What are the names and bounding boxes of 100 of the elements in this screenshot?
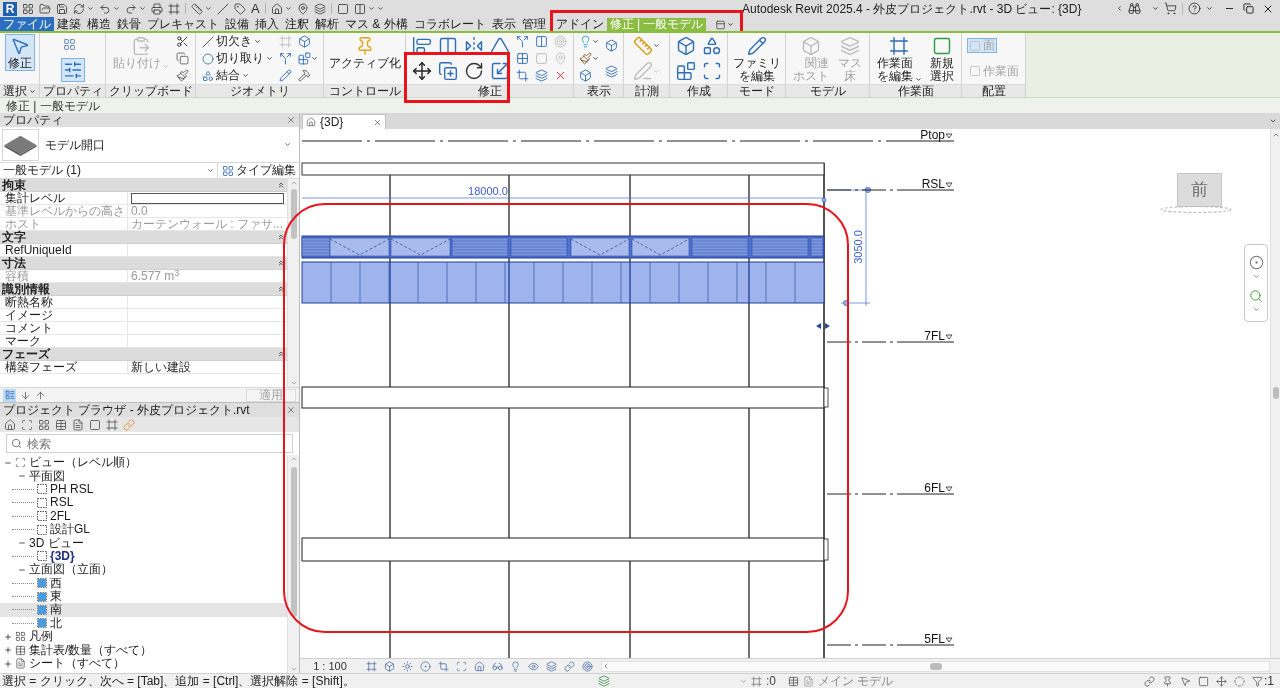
tree-item[interactable]: 凡例 [0,630,287,644]
scrollbar[interactable] [287,455,299,673]
scroll-thumb[interactable] [290,467,297,617]
group-header[interactable]: 文字 [0,231,287,244]
double-arrow-icon[interactable] [816,323,830,329]
link-icon[interactable] [564,660,575,672]
view-tab[interactable]: {3D} [302,114,386,129]
curtain-panel-band[interactable] [301,235,825,259]
tree-item[interactable]: 3D ビュー [0,536,287,550]
square-icon[interactable] [1198,675,1209,687]
ribbon-tab[interactable]: 構造 [84,17,114,31]
level-label[interactable]: 5FL [924,632,945,646]
scroll-thumb[interactable] [1272,387,1279,399]
hash-icon[interactable] [751,675,762,687]
level-label[interactable]: 7FL [924,329,945,343]
magnifier-icon[interactable] [1249,289,1263,303]
home-icon[interactable] [4,418,16,431]
grid-icon[interactable] [38,418,50,431]
ribbon-button[interactable]: 修正 [4,34,35,71]
ribbon-tab[interactable]: コラボレート [410,17,489,31]
search-box[interactable]: 検索 [6,434,293,453]
level-line[interactable] [826,189,955,191]
map-pin-icon[interactable] [296,2,309,15]
ribbon-button[interactable]: 作業面を編集 [873,34,925,84]
square-icon[interactable] [336,2,349,15]
tree-item[interactable]: 平面図 [0,469,287,483]
document-icon[interactable] [72,418,84,431]
crop-icon[interactable] [438,660,449,672]
tree-item[interactable]: 南 [0,603,287,617]
help-icon[interactable] [1188,2,1201,15]
binoculars-icon[interactable] [1128,2,1141,15]
hash-icon[interactable] [168,2,180,15]
grid-icon[interactable] [22,2,34,15]
plus-icon[interactable] [4,659,12,668]
tree-item[interactable]: ビュー（レベル順） [0,456,287,470]
layers-icon[interactable] [313,2,326,15]
tree-item[interactable]: {3D} [0,549,287,564]
table-icon[interactable] [788,675,799,687]
target-icon[interactable] [582,660,593,672]
dashed-circle-icon[interactable] [1234,675,1245,687]
ribbon-tab[interactable]: 鉄骨 [114,17,144,31]
ribbon-button[interactable]: アクティブ化 [325,34,404,71]
group-header[interactable]: 拘束 [0,179,287,192]
glasses-icon[interactable] [492,660,503,672]
cursor-icon[interactable] [1180,675,1191,687]
box-icon[interactable] [384,660,395,672]
link-icon[interactable] [1144,675,1155,687]
drawing-canvas[interactable]: 18000.0 3050.0 Ptop RSL 7FL 6FL 5FL 前 [300,129,1270,658]
scan-icon[interactable] [21,418,33,431]
scale-button[interactable]: 1 : 100 [300,660,360,672]
undo-icon[interactable] [99,2,111,15]
ribbon-tab[interactable]: 挿入 [252,17,282,31]
dimension-text[interactable]: 18000.0 [468,185,508,197]
ribbon-tab[interactable]: アドイン [552,18,607,31]
level-line[interactable] [826,644,955,646]
filter-icon[interactable] [1252,675,1263,687]
tag-icon[interactable] [234,2,246,15]
tree-item[interactable]: 立面図（立面） [0,563,287,577]
tree-item[interactable]: 設計GL [0,522,287,537]
printer-icon[interactable] [151,2,163,15]
folder-icon[interactable] [39,2,51,15]
ribbon-button[interactable]: ファミリを編集 [728,34,785,84]
group-header[interactable]: フェーズ [0,348,287,361]
scroll-thumb[interactable] [290,189,297,239]
restore-icon[interactable] [1243,3,1254,14]
circle-dot-icon[interactable] [1248,255,1264,270]
caret-icon[interactable] [1269,117,1277,125]
square-icon[interactable] [89,418,101,431]
level-line[interactable] [826,341,955,343]
sun-icon[interactable] [402,660,413,672]
layers-icon[interactable] [546,660,557,672]
dimension-line[interactable] [301,197,827,203]
search-field[interactable]: 検索 [27,435,292,452]
ribbon-tab[interactable]: 解析 [312,17,342,31]
ribbon-button[interactable]: 結合 [199,68,251,83]
tree-item[interactable]: RSL [0,496,287,510]
ribbon-tab[interactable]: 注釈 [282,17,312,31]
scrollbar[interactable] [287,179,299,387]
hash-icon[interactable] [106,418,118,431]
arrow-up-icon[interactable] [35,389,46,401]
level-label[interactable]: Ptop [920,129,945,142]
tree-item[interactable]: 東 [0,589,287,604]
table-icon[interactable] [55,418,67,431]
scroll-thumb[interactable] [930,662,942,670]
ribbon-tab[interactable]: プレキャスト [144,17,222,31]
value-field[interactable] [131,192,284,204]
ribbon-tab[interactable]: 管理 [518,17,549,31]
ribbon-button[interactable]: 切り取り [199,51,275,66]
ruler-icon[interactable] [191,2,203,15]
scrollbar[interactable] [1270,129,1280,658]
ribbon-tab[interactable]: 表示 [488,17,519,31]
arrow-down-icon[interactable] [20,389,31,401]
ribbon-tab[interactable]: ファイル [0,17,54,31]
type-selector[interactable]: モデル開口 [0,127,299,163]
plus-icon[interactable] [4,646,12,655]
pin-icon[interactable] [1162,675,1173,687]
list-icon[interactable] [3,388,16,402]
group-header[interactable]: 識別情報 [0,283,287,296]
sync-icon[interactable] [73,2,85,15]
move-icon[interactable] [1216,675,1227,687]
